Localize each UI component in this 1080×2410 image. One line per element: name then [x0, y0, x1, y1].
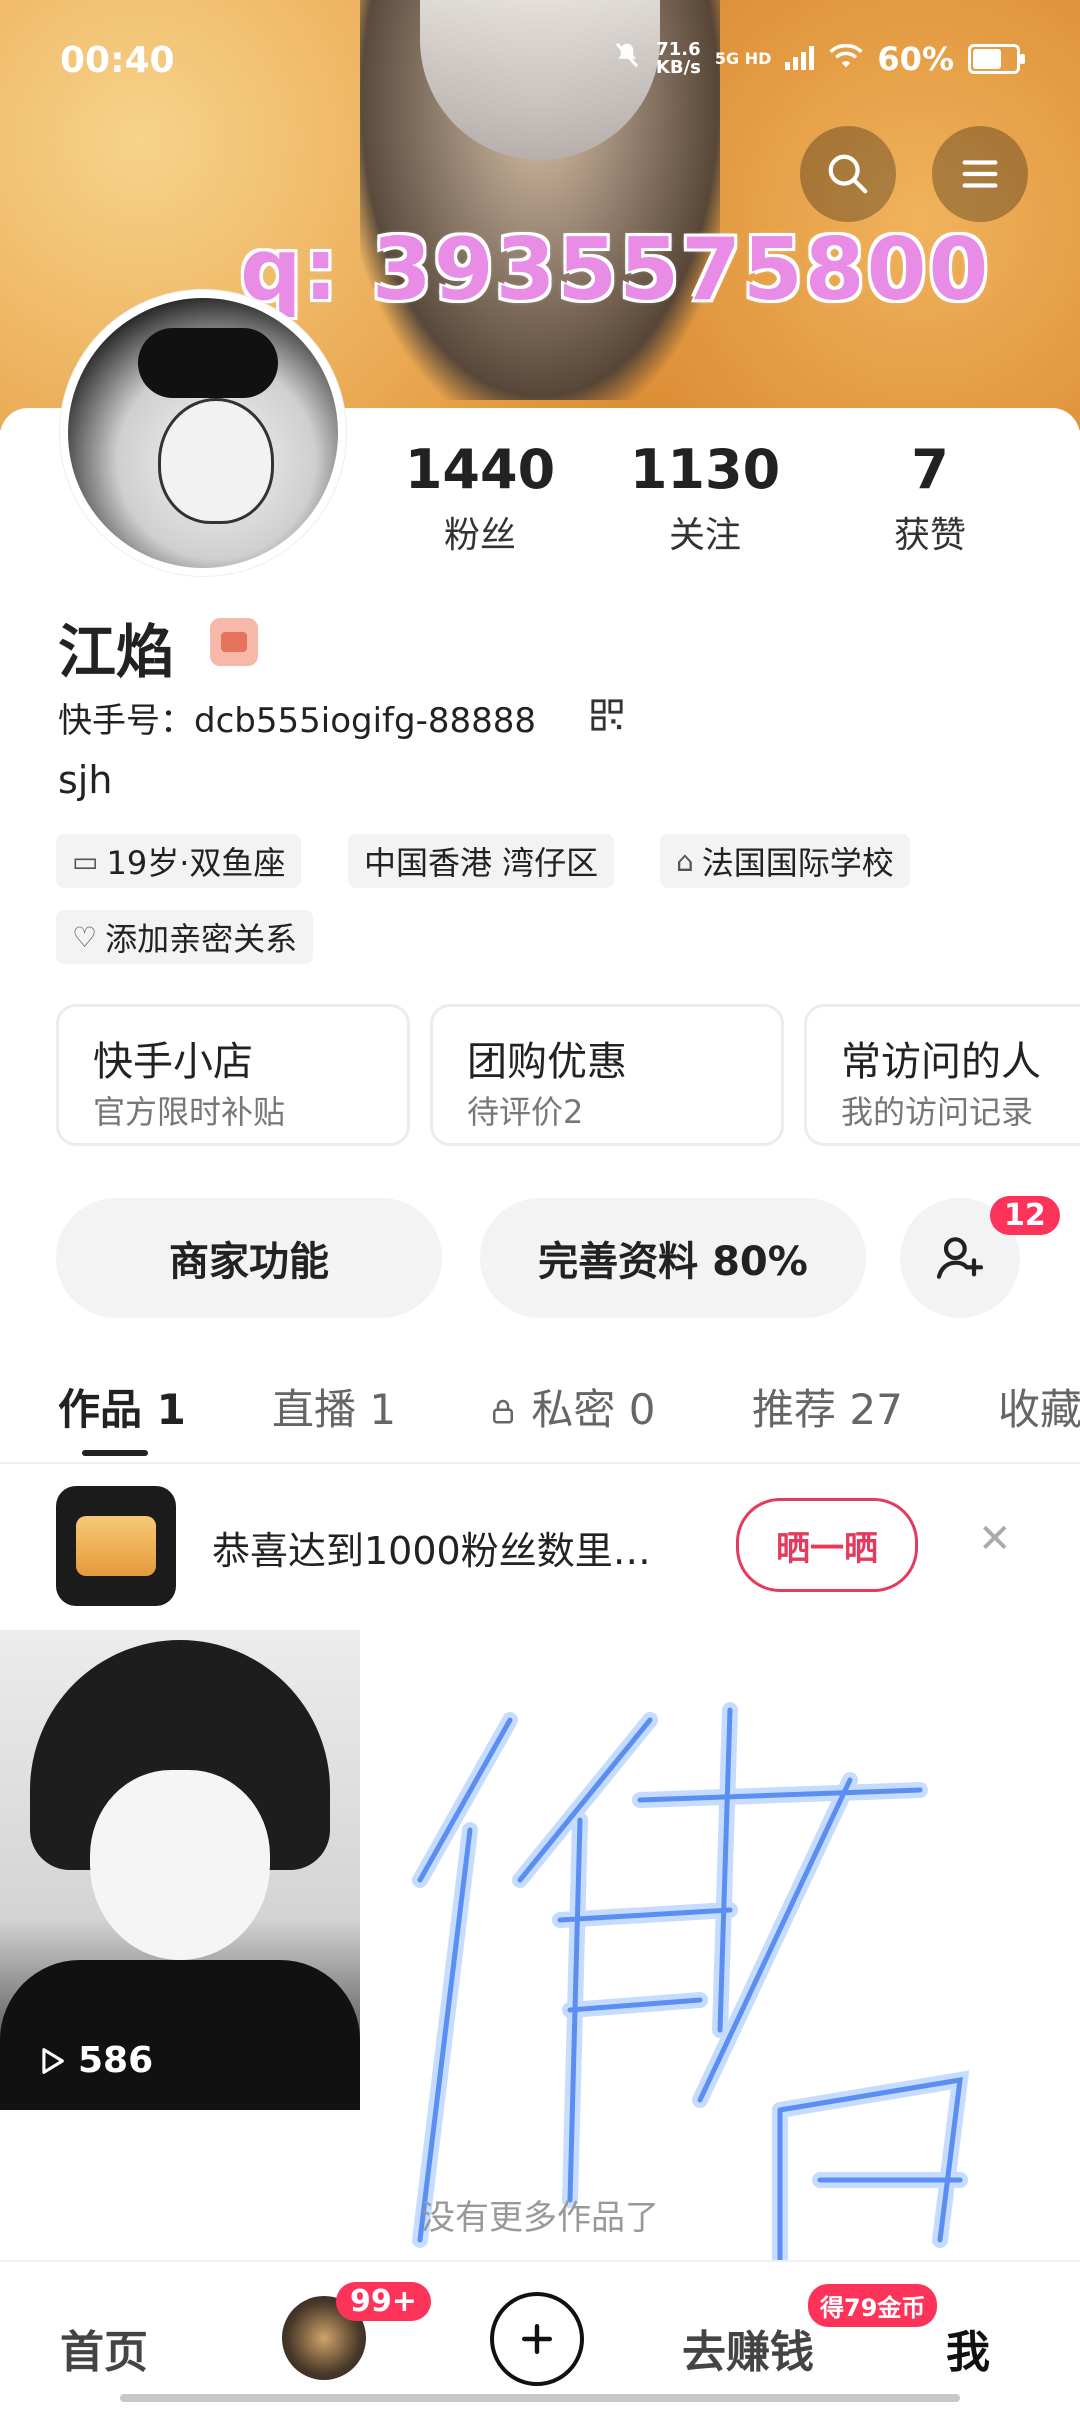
card-group-buy-title: 团购优惠 [467, 1039, 627, 1085]
content-tabs: 作品 1 直播 1 私密 0 推荐 27 收藏 [0, 1368, 1080, 1464]
card-kuaishou-shop[interactable]: 快手小店 官方限时补贴 [56, 1004, 410, 1146]
tab-works[interactable]: 作品 1 [58, 1376, 186, 1437]
profile-bio: sjh [58, 758, 113, 802]
tag-location[interactable]: 中国香港 湾仔区 [348, 834, 615, 888]
tag-age-label: 19岁·双鱼座 [106, 844, 286, 882]
no-more-works-text: 没有更多作品了 [421, 2198, 659, 2238]
stat-following-label: 关注 [668, 515, 741, 556]
following-badge: 99+ [336, 2282, 431, 2321]
work-thumbnail[interactable]: 586 [0, 1630, 360, 2110]
card-frequent-visitors-title: 常访问的人 [841, 1039, 1041, 1085]
active-tab-indicator [82, 1450, 148, 1456]
banner-overlay-text: q: 3935575800 [240, 220, 991, 320]
play-icon [42, 2047, 64, 2074]
tab-private[interactable]: 私密 0 [488, 1376, 655, 1437]
tab-live[interactable]: 直播 1 [272, 1376, 396, 1437]
card-frequent-visitors-subtitle: 我的访问记录 [841, 1093, 1034, 1131]
search-button[interactable] [800, 126, 896, 222]
avatar[interactable] [60, 290, 346, 576]
thumbnail-face [90, 1770, 270, 1960]
tabs-divider [0, 1462, 1080, 1464]
signal-icon [785, 40, 815, 78]
stat-followers-value: 1440 [404, 438, 556, 501]
friend-requests-badge: 12 [990, 1196, 1060, 1235]
profile-stats: 1440 粉丝 1130 关注 7 获赞 [380, 440, 1040, 570]
stat-following-value: 1130 [629, 438, 781, 501]
mute-icon [612, 40, 642, 78]
promo-share-button[interactable]: 晒一晒 [736, 1498, 918, 1592]
qr-code-icon[interactable] [590, 698, 624, 736]
complete-profile-button[interactable]: 完善资料 80% [480, 1198, 866, 1318]
nav-me[interactable]: 我 [946, 2316, 990, 2380]
battery-percent: 60% [877, 40, 954, 78]
earn-coin-badge: 得79金币 [808, 2284, 938, 2327]
stat-likes-value: 7 [911, 438, 949, 501]
network-type: 5G HD [714, 49, 772, 68]
link-hearts-icon: ♡ [72, 920, 98, 954]
stat-following[interactable]: 1130 关注 [605, 440, 805, 558]
stat-followers[interactable]: 1440 粉丝 [380, 440, 580, 558]
battery-icon [968, 44, 1025, 74]
home-indicator [120, 2394, 960, 2402]
tag-relationship[interactable]: ♡ 添加亲密关系 [56, 910, 314, 964]
tab-favorites[interactable]: 收藏 [998, 1376, 1080, 1437]
avatar-face [158, 398, 274, 524]
calendar-icon: ▭ [72, 844, 99, 878]
card-group-buy-subtitle: 待评价2 [467, 1093, 584, 1131]
menu-icon [962, 160, 998, 188]
tag-school[interactable]: ⌂ 法国国际学校 [660, 834, 910, 888]
status-right: 71.6 KB/s 5G HD 60% [612, 40, 1025, 78]
stat-likes-label: 获赞 [893, 515, 966, 556]
lock-icon [493, 1399, 513, 1424]
thumbnail-coat [0, 1960, 360, 2110]
plus-icon [521, 2323, 553, 2355]
school-icon: ⌂ [676, 844, 694, 878]
promo-text: 恭喜达到1000粉丝数里… [212, 1529, 651, 1573]
merchant-functions-button[interactable]: 商家功能 [56, 1198, 442, 1318]
kuaishou-id[interactable]: 快手号：dcb555iogifg-88888 [58, 693, 536, 742]
stat-likes[interactable]: 7 获赞 [830, 440, 1030, 558]
stat-followers-label: 粉丝 [443, 515, 516, 556]
wifi-icon [829, 40, 864, 78]
close-icon[interactable]: ✕ [978, 1516, 1012, 1562]
status-time: 00:40 [60, 40, 175, 81]
tab-private-label: 私密 0 [531, 1385, 656, 1434]
tag-location-label: 中国香港 湾仔区 [364, 844, 599, 882]
tag-age[interactable]: ▭ 19岁·双鱼座 [56, 834, 302, 888]
level-badge-icon[interactable] [210, 618, 258, 666]
status-bar: 00:40 71.6 KB/s 5G HD 60% [0, 0, 1080, 130]
card-kuaishou-shop-subtitle: 官方限时补贴 [93, 1093, 286, 1131]
create-button[interactable] [490, 2292, 584, 2386]
avatar-mask [138, 328, 278, 398]
card-kuaishou-shop-title: 快手小店 [93, 1039, 253, 1085]
tag-school-label: 法国国际学校 [701, 844, 894, 882]
play-count: 586 [34, 2040, 153, 2081]
nav-home[interactable]: 首页 [60, 2316, 148, 2380]
promo-thumbnail [56, 1486, 176, 1606]
card-frequent-visitors[interactable]: 常访问的人 我的访问记录 [804, 1004, 1080, 1146]
milestone-promo: 恭喜达到1000粉丝数里… 晒一晒 ✕ [0, 1480, 1080, 1610]
network-speed: 71.6 KB/s [656, 41, 701, 77]
play-count-value: 586 [78, 2040, 154, 2081]
card-group-buy[interactable]: 团购优惠 待评价2 [430, 1004, 784, 1146]
search-icon [828, 154, 868, 194]
bottom-nav: 首页 99+ 去赚钱 得79金币 我 [0, 2260, 1080, 2410]
tag-relationship-label: 添加亲密关系 [105, 920, 298, 958]
tab-recommended[interactable]: 推荐 27 [752, 1376, 903, 1437]
speed-unit: KB/s [655, 57, 701, 78]
nav-earn[interactable]: 去赚钱 [682, 2316, 814, 2380]
profile-name: 江焰 [58, 618, 175, 686]
add-friend-icon [936, 1237, 984, 1279]
menu-button[interactable] [932, 126, 1028, 222]
